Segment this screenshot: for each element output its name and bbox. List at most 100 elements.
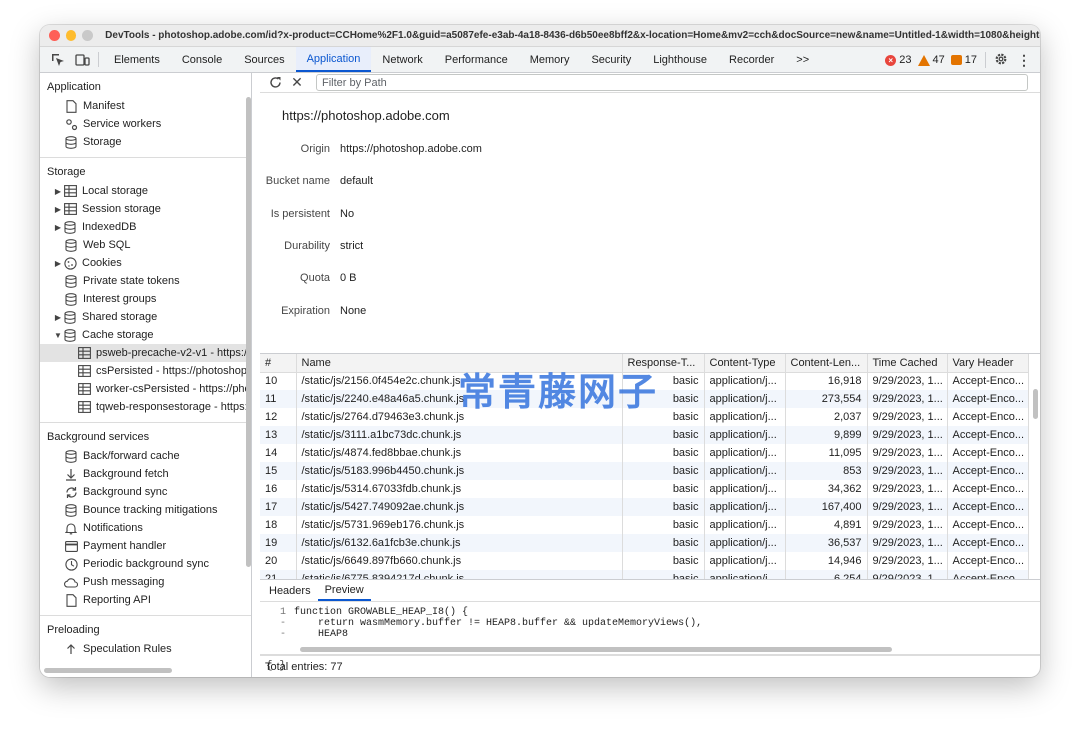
sidebar-item-interest-groups[interactable]: Interest groups bbox=[40, 290, 251, 308]
cache-item-worker-cspersisted-https-pho[interactable]: worker-csPersisted - https://pho bbox=[40, 380, 251, 398]
sidebar-item-manifest[interactable]: Manifest bbox=[40, 97, 251, 115]
zoom-window-button[interactable] bbox=[82, 30, 94, 41]
table-row[interactable]: 17/static/js/5427.749092ae.chunk.js basic… bbox=[260, 498, 1029, 516]
window-title: DevTools - photoshop.adobe.com/id?x-prod… bbox=[105, 30, 1040, 41]
table-row[interactable]: 11/static/js/2240.e48a46a5.chunk.js basic… bbox=[260, 390, 1029, 408]
issues-counter[interactable]: 17 bbox=[950, 54, 977, 66]
db-icon bbox=[63, 220, 77, 234]
column-header-content-type[interactable]: Content-Type bbox=[704, 354, 786, 373]
table-row[interactable]: 20/static/js/6649.897fb660.chunk.js basic… bbox=[260, 552, 1029, 570]
table-row[interactable]: 13/static/js/3111.a1bc73dc.chunk.js basic… bbox=[260, 426, 1029, 444]
expand-right-icon[interactable]: ▶ bbox=[53, 187, 63, 196]
sidebar-horizontal-scroll-thumb[interactable] bbox=[44, 668, 172, 673]
table-cell: 9/29/2023, 1... bbox=[867, 570, 948, 579]
table-cell: 167,400 bbox=[785, 498, 868, 516]
error-counter[interactable]: × 23 bbox=[885, 54, 912, 66]
column-header-vary-header[interactable]: Vary Header bbox=[947, 354, 1029, 373]
tab-application[interactable]: Application bbox=[295, 47, 372, 72]
clear-icon[interactable]: ✕ bbox=[288, 74, 306, 91]
db-icon bbox=[63, 328, 77, 342]
column-header-index[interactable]: # bbox=[260, 354, 297, 373]
table-cell: Accept-Enco... bbox=[947, 408, 1029, 426]
cache-item-psweb-precache-v2-v1-https[interactable]: psweb-precache-v2-v1 - https:// bbox=[40, 344, 251, 362]
table-row[interactable]: 15/static/js/5183.996b4450.chunk.js basic… bbox=[260, 462, 1029, 480]
column-header-response-t[interactable]: Response-T... bbox=[622, 354, 705, 373]
sidebar-item-session-storage[interactable]: ▶ Session storage bbox=[40, 200, 251, 218]
sidebar-item-storage[interactable]: Storage bbox=[40, 133, 251, 151]
device-toolbar-icon[interactable] bbox=[70, 47, 94, 72]
tab-more[interactable]: >> bbox=[785, 47, 820, 72]
table-cell: 34,362 bbox=[785, 480, 868, 498]
sidebar-scrollbar[interactable] bbox=[245, 73, 251, 677]
tab-performance[interactable]: Performance bbox=[434, 47, 519, 72]
tab-security[interactable]: Security bbox=[580, 47, 642, 72]
tab-elements[interactable]: Elements bbox=[103, 47, 171, 72]
sidebar-item-payment-handler[interactable]: Payment handler bbox=[40, 537, 251, 555]
cache-item-tqweb-responsestorage-https[interactable]: tqweb-responsestorage - https:/ bbox=[40, 398, 251, 416]
expand-right-icon[interactable]: ▶ bbox=[53, 223, 63, 232]
sidebar-item-back-forward-cache[interactable]: Back/forward cache bbox=[40, 447, 251, 465]
code-horizontal-scrollbar[interactable] bbox=[300, 647, 892, 652]
sidebar-item-bounce-tracking-mitigations[interactable]: Bounce tracking mitigations bbox=[40, 501, 251, 519]
table-row[interactable]: 10/static/js/2156.0f454e2c.chunk.js basic… bbox=[260, 372, 1029, 390]
sidebar-scroll-thumb[interactable] bbox=[246, 97, 251, 567]
sidebar-item-background-sync[interactable]: Background sync bbox=[40, 483, 251, 501]
close-window-button[interactable] bbox=[49, 30, 60, 41]
expand-right-icon[interactable]: ▶ bbox=[53, 313, 63, 322]
sidebar-item-cache-storage[interactable]: ▼ Cache storage bbox=[40, 326, 251, 344]
sidebar-item-notifications[interactable]: Notifications bbox=[40, 519, 251, 537]
sidebar-item-reporting-api[interactable]: Reporting API bbox=[40, 591, 251, 609]
column-header-content-len[interactable]: Content-Len... bbox=[785, 354, 868, 373]
minimize-window-button[interactable] bbox=[65, 30, 77, 41]
sidebar-item-label: Cookies bbox=[82, 257, 122, 269]
expand-down-icon[interactable]: ▼ bbox=[53, 331, 63, 340]
sidebar-item-speculation-rules[interactable]: Speculation Rules bbox=[40, 640, 251, 658]
tab-console[interactable]: Console bbox=[171, 47, 233, 72]
expand-right-icon[interactable]: ▶ bbox=[53, 205, 63, 214]
expand-right-icon[interactable]: ▶ bbox=[53, 259, 63, 268]
table-scrollbar[interactable] bbox=[1030, 354, 1040, 579]
settings-gear-icon[interactable] bbox=[994, 52, 1008, 69]
sidebar-item-indexeddb[interactable]: ▶ IndexedDB bbox=[40, 218, 251, 236]
table-cell: Accept-Enco... bbox=[947, 552, 1029, 570]
sidebar-item-local-storage[interactable]: ▶ Local storage bbox=[40, 182, 251, 200]
table-row[interactable]: 18/static/js/5731.969eb176.chunk.js basic… bbox=[260, 516, 1029, 534]
table-cell: /static/js/2156.0f454e2c.chunk.js bbox=[296, 372, 623, 390]
table-row[interactable]: 12/static/js/2764.d79463e3.chunk.js basic… bbox=[260, 408, 1029, 426]
column-header-time-cached[interactable]: Time Cached bbox=[867, 354, 948, 373]
sidebar-item-service-workers[interactable]: Service workers bbox=[40, 115, 251, 133]
tab-network[interactable]: Network bbox=[371, 47, 433, 72]
sidebar-item-push-messaging[interactable]: Push messaging bbox=[40, 573, 251, 591]
cache-item-cspersisted-https-photoshop[interactable]: csPersisted - https://photoshop. bbox=[40, 362, 251, 380]
tab-memory[interactable]: Memory bbox=[519, 47, 581, 72]
sidebar-item-background-fetch[interactable]: Background fetch bbox=[40, 465, 251, 483]
code-line: - HEAP8 bbox=[260, 629, 1040, 640]
info-value: default bbox=[340, 175, 374, 188]
tab-recorder[interactable]: Recorder bbox=[718, 47, 785, 72]
tab-lighthouse[interactable]: Lighthouse bbox=[642, 47, 718, 72]
more-options-icon[interactable]: ⋮ bbox=[1014, 52, 1034, 69]
table-row[interactable]: 16/static/js/5314.67033fdb.chunk.js basic… bbox=[260, 480, 1029, 498]
preview-tab-preview[interactable]: Preview bbox=[317, 580, 371, 601]
sidebar-item-periodic-background-sync[interactable]: Periodic background sync bbox=[40, 555, 251, 573]
table-row[interactable]: 14/static/js/4874.fed8bbae.chunk.js basic… bbox=[260, 444, 1029, 462]
preview-tab-headers[interactable]: Headers bbox=[262, 580, 318, 601]
tab-sources[interactable]: Sources bbox=[233, 47, 295, 72]
table-row[interactable]: 21/static/js/6775.8394217d.chunk.js basic… bbox=[260, 570, 1029, 579]
sidebar-item-cookies[interactable]: ▶ Cookies bbox=[40, 254, 251, 272]
table-scroll-thumb[interactable] bbox=[1033, 389, 1038, 419]
warning-counter[interactable]: 47 bbox=[917, 54, 945, 66]
sidebar-item-shared-storage[interactable]: ▶ Shared storage bbox=[40, 308, 251, 326]
code-preview: 1 function GROWABLE_HEAP_I8() {- return w… bbox=[260, 602, 1040, 654]
sidebar-item-private-state-tokens[interactable]: Private state tokens bbox=[40, 272, 251, 290]
inspect-element-icon[interactable] bbox=[46, 47, 70, 72]
column-header-name[interactable]: Name bbox=[296, 354, 623, 373]
sidebar-item-web-sql[interactable]: Web SQL bbox=[40, 236, 251, 254]
doc-icon bbox=[64, 593, 78, 607]
info-value: https://photoshop.adobe.com bbox=[340, 143, 482, 156]
refresh-icon[interactable] bbox=[266, 76, 284, 89]
warning-count: 47 bbox=[932, 54, 945, 66]
table-cell: /static/js/6775.8394217d.chunk.js bbox=[296, 570, 623, 579]
filter-by-path-input[interactable]: Filter by Path bbox=[316, 74, 1028, 91]
table-row[interactable]: 19/static/js/6132.6a1fcb3e.chunk.js basic… bbox=[260, 534, 1029, 552]
